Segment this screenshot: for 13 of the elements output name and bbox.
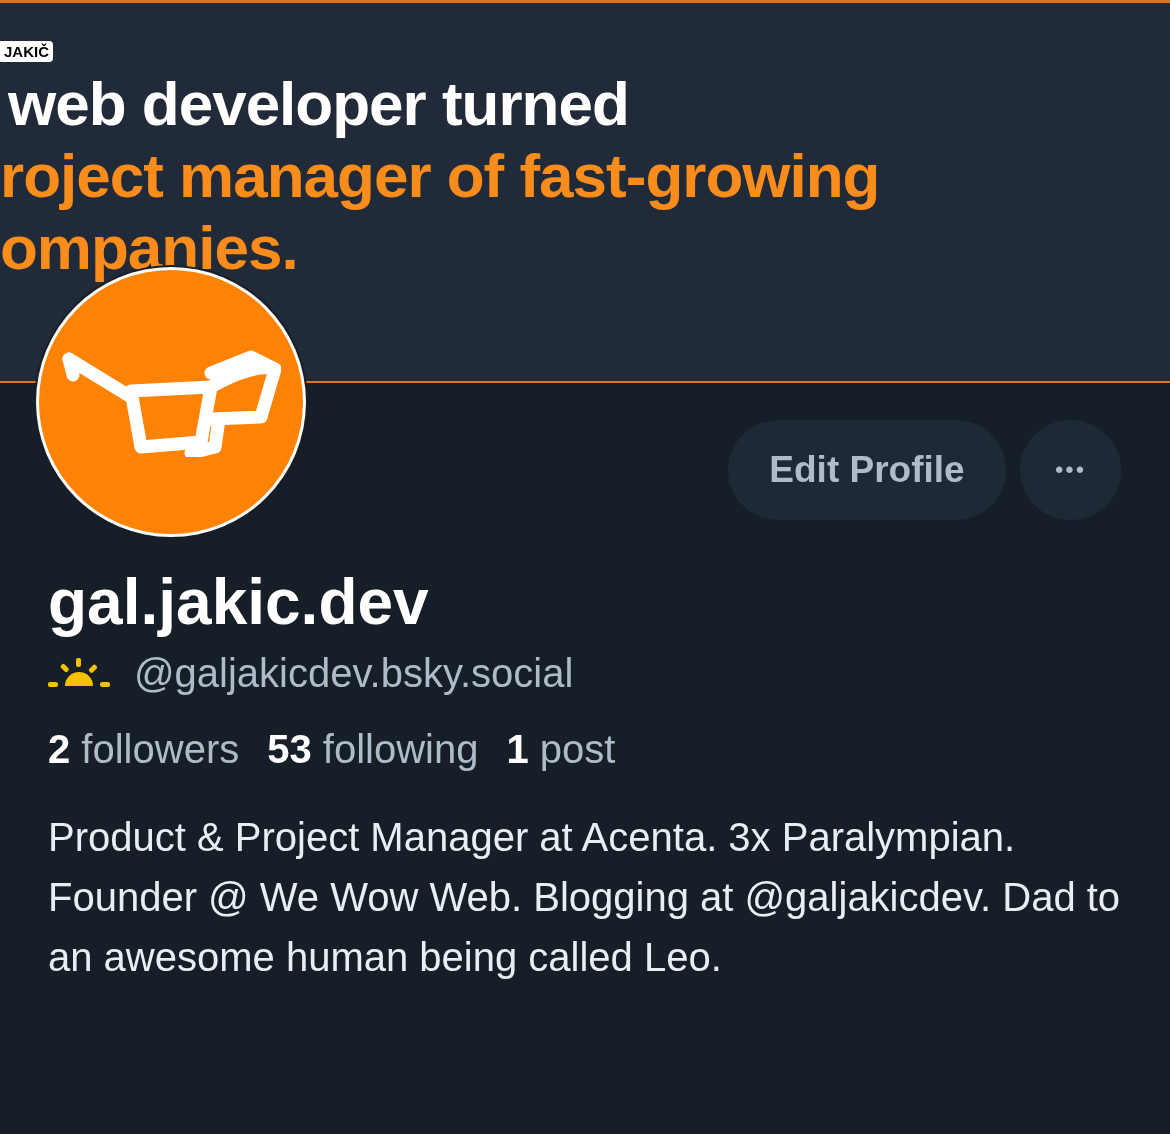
- handle: @galjakicdev.bsky.social: [134, 649, 574, 697]
- banner-tag: JAKIČ: [0, 41, 53, 62]
- display-name: gal.jakic.dev: [48, 565, 430, 640]
- sun-icon: [48, 657, 110, 688]
- edit-profile-button[interactable]: Edit Profile: [728, 420, 1006, 520]
- stat-link[interactable]: 2 followers: [48, 724, 240, 773]
- banner-text: roject manager of fast-growing: [0, 140, 881, 212]
- banner-text: ompanies.: [0, 212, 299, 284]
- bio-text: Product & Project Manager at Acenta. 3x Paralympian. Founder @ We Wow Web. Blogging at @galjakicdev. Dad to an awesome human being called Leo.: [48, 813, 1122, 981]
- more-button[interactable]: •••: [1020, 420, 1121, 520]
- banner-text: web developer turned: [7, 68, 630, 140]
- stat-link[interactable]: 1 post: [506, 724, 616, 773]
- stat-link[interactable]: 53 following: [267, 724, 479, 773]
